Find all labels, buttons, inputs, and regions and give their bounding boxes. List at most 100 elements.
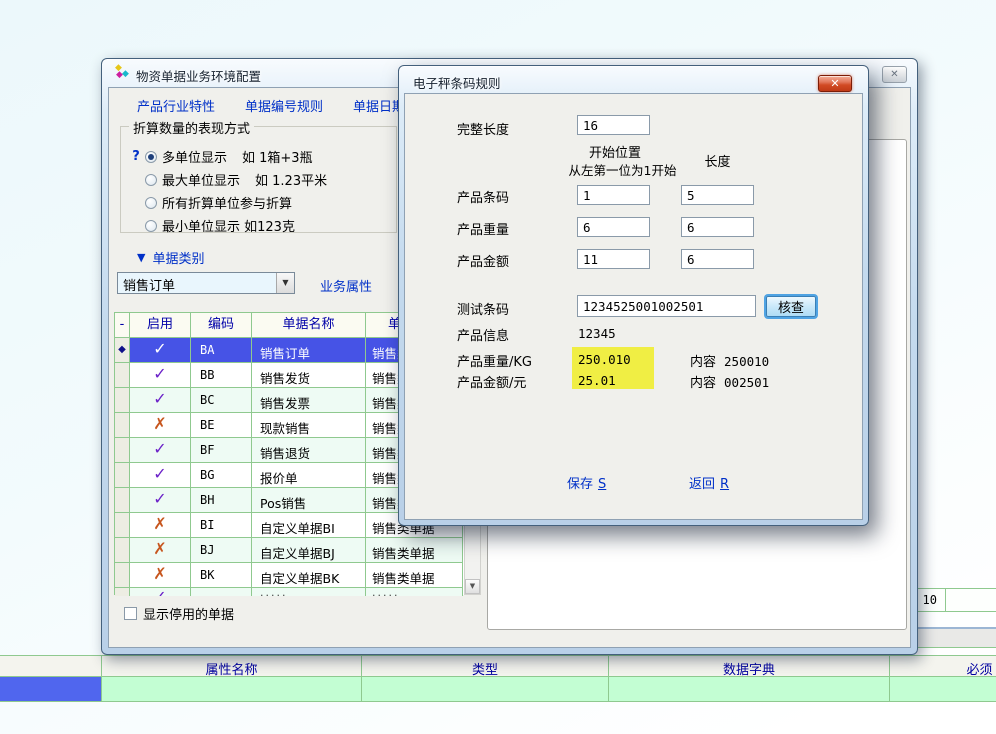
dialog-body: 完整长度 开始位置 从左第一位为1开始 长度 产品条码 产品重量 产品金额 测试…: [404, 93, 863, 520]
scroll-down-button[interactable]: ▼: [465, 579, 480, 594]
doc-code: BA: [191, 338, 252, 363]
weight-result-value: 250.010: [578, 352, 631, 367]
window-close-button[interactable]: ✕: [882, 66, 907, 83]
product-weight-length-input[interactable]: [681, 217, 754, 237]
product-amount-length-input[interactable]: [681, 249, 754, 269]
bg-header-cell: [0, 656, 102, 676]
tab-bar: 产品行业特性 单据编号规则 单据日期: [137, 96, 405, 115]
doc-code: BK: [191, 563, 252, 588]
product-weight-start-input[interactable]: [577, 217, 650, 237]
product-barcode-length-input[interactable]: [681, 185, 754, 205]
header-doc-name: 单据名称: [252, 313, 366, 338]
radio-button[interactable]: [145, 197, 157, 209]
row-marker: [115, 413, 130, 438]
back-link[interactable]: 返回R: [689, 473, 729, 492]
cross-icon: ✗: [130, 513, 191, 538]
radio-option-min-unit[interactable]: 最小单位显示 如123克: [127, 216, 295, 235]
length-header: 长度: [681, 151, 754, 170]
header-code: 编码: [191, 313, 252, 338]
doc-type: 销售类单据: [366, 538, 463, 563]
dropdown-arrow-icon[interactable]: ▼: [276, 273, 294, 293]
product-info-value: 12345: [578, 326, 616, 341]
weight-result-label: 产品重量/KG: [457, 351, 532, 370]
doc-category-link[interactable]: ▼ 单据类别: [137, 248, 204, 267]
close-icon: ✕: [890, 69, 898, 80]
tab-product-industry[interactable]: 产品行业特性: [137, 96, 215, 115]
verify-button[interactable]: 核查: [766, 296, 816, 317]
bg-header-dictionary: 数据字典: [609, 656, 890, 676]
check-icon: ✓: [130, 488, 191, 513]
row-marker: [115, 363, 130, 388]
table-row[interactable]: ✗BK自定义单据BK销售类单据: [115, 563, 464, 588]
save-link[interactable]: 保存S: [567, 473, 606, 492]
window-title: 物资单据业务环境配置: [136, 66, 261, 85]
doc-name: 自定义单据BK: [252, 563, 366, 588]
product-weight-label: 产品重量: [457, 219, 509, 238]
product-amount-start-input[interactable]: [577, 249, 650, 269]
check-icon: ✓: [130, 438, 191, 463]
doc-name: Pos销售: [252, 488, 366, 513]
desktop: 10 属性名称 类型 数据字典 必须 ◆ ◆ ◆ 物资单据业务环境配置 ✕ 产品…: [0, 0, 996, 734]
doc-code: BC: [191, 388, 252, 413]
doc-code: BH: [191, 488, 252, 513]
full-length-input[interactable]: [577, 115, 650, 135]
doc-code: BI: [191, 513, 252, 538]
bg-selected-cell[interactable]: [0, 677, 102, 701]
check-icon: ✓: [130, 338, 191, 363]
product-barcode-label: 产品条码: [457, 187, 509, 206]
dialog-close-button[interactable]: ✕: [818, 75, 852, 92]
doc-name: 报价单: [252, 463, 366, 488]
radio-button[interactable]: [145, 151, 157, 163]
doc-name: 自定义单据BJ: [252, 538, 366, 563]
radio-option-multi-unit[interactable]: ? 多单位显示 如 1箱+3瓶: [127, 147, 313, 166]
cross-icon: ✗: [130, 563, 191, 588]
show-disabled-checkbox[interactable]: 显示停用的单据: [124, 604, 234, 623]
doc-code: BG: [191, 463, 252, 488]
help-icon[interactable]: ?: [127, 149, 145, 164]
conversion-display-groupbox: 折算数量的表现方式 ? 多单位显示 如 1箱+3瓶 最大单位显示 如 1.23平…: [120, 126, 397, 233]
row-marker: [115, 388, 130, 413]
radio-option-max-unit[interactable]: 最大单位显示 如 1.23平米: [127, 170, 327, 189]
test-barcode-input[interactable]: [577, 295, 756, 317]
down-arrow-icon: ▼: [137, 251, 145, 264]
doc-code: BJ: [191, 538, 252, 563]
table-row-clipped[interactable]: ✓ ····· ·····: [115, 588, 464, 596]
tab-numbering-rules[interactable]: 单据编号规则: [245, 96, 323, 115]
business-attr-link[interactable]: 业务属性: [320, 276, 372, 295]
cross-icon: ✗: [130, 413, 191, 438]
doc-name: 销售订单: [252, 338, 366, 363]
table-row[interactable]: ✗BJ自定义单据BJ销售类单据: [115, 538, 464, 563]
doc-name: 销售发货: [252, 363, 366, 388]
doc-name: 销售退货: [252, 438, 366, 463]
product-amount-label: 产品金额: [457, 251, 509, 270]
test-barcode-label: 测试条码: [457, 299, 509, 318]
bottom-table-row[interactable]: [0, 677, 996, 702]
full-length-label: 完整长度: [457, 119, 509, 138]
row-marker: [115, 563, 130, 588]
bg-header-attr-name: 属性名称: [102, 656, 362, 676]
groupbox-title: 折算数量的表现方式: [129, 118, 254, 137]
header-enabled: 启用: [130, 313, 191, 338]
checkbox-box[interactable]: [124, 607, 137, 620]
row-marker: [115, 538, 130, 563]
bg-header-required: 必须: [890, 656, 996, 676]
product-barcode-start-input[interactable]: [577, 185, 650, 205]
doc-code: BF: [191, 438, 252, 463]
radio-option-all-units[interactable]: 所有折算单位参与折算: [127, 193, 292, 212]
dialog-title: 电子秤条码规则: [413, 73, 501, 92]
doc-name: 自定义单据BI: [252, 513, 366, 538]
doc-name: 销售发票: [252, 388, 366, 413]
row-marker: [115, 463, 130, 488]
check-icon: ✓: [130, 363, 191, 388]
doc-name: 现款销售: [252, 413, 366, 438]
doc-type: 销售类单据: [366, 563, 463, 588]
amount-result-value: 25.01: [578, 373, 616, 388]
radio-button[interactable]: [145, 220, 157, 232]
checkbox-label: 显示停用的单据: [143, 604, 234, 623]
product-info-label: 产品信息: [457, 325, 509, 344]
check-icon: ✓: [130, 588, 191, 596]
doc-category-select[interactable]: 销售订单 ▼: [117, 272, 295, 294]
amount-result-label: 产品金额/元: [457, 372, 526, 391]
bg-header-type: 类型: [362, 656, 609, 676]
radio-button[interactable]: [145, 174, 157, 186]
